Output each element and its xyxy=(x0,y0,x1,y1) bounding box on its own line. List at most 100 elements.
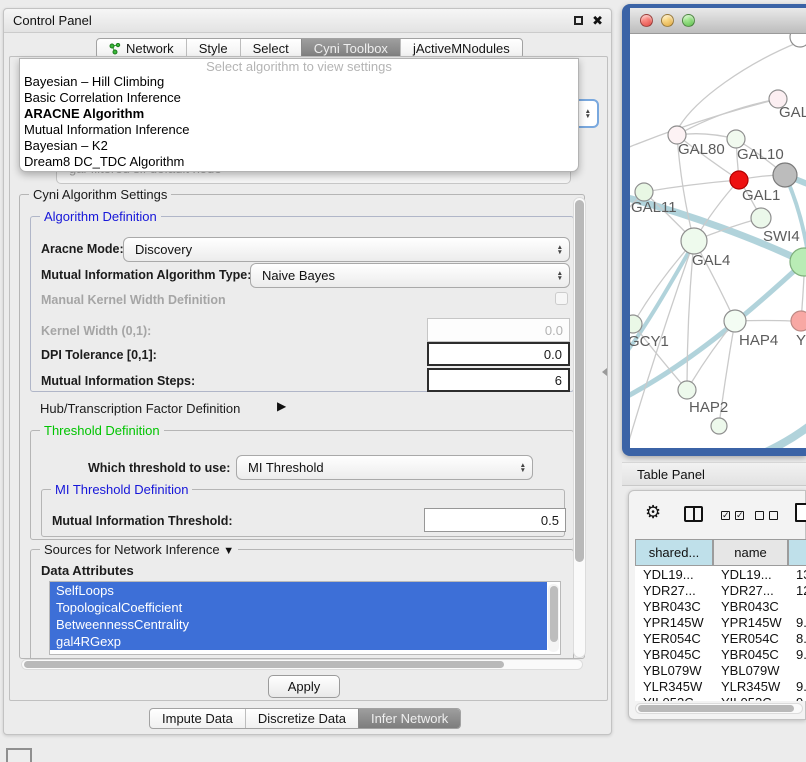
table-row-yil052c[interactable]: YIL052CYIL052C9. xyxy=(635,694,806,701)
network-window-titlebar[interactable] xyxy=(630,8,806,34)
table-cell: YBL079W xyxy=(713,663,788,678)
column-header-shared[interactable]: shared... xyxy=(635,539,713,566)
algorithm-option-dream8-dc-tdc-algorithm[interactable]: Dream8 DC_TDC Algorithm xyxy=(20,154,578,170)
zoom-traffic-light-icon[interactable] xyxy=(682,14,695,27)
columns-icon[interactable] xyxy=(684,506,703,522)
table-panel-window: ⚙ ✓ ✓ shared...nameA YDL19...YDL19...13Y… xyxy=(628,490,806,720)
which-threshold-label: Which threshold to use: xyxy=(88,461,230,475)
table-row-ypr145w[interactable]: YPR145WYPR145W9. xyxy=(635,614,806,630)
network-node-swi4[interactable] xyxy=(751,208,771,228)
mi-threshold-field[interactable]: 0.5 xyxy=(424,508,566,532)
table-row-ydr27[interactable]: YDR27...YDR27...12 xyxy=(635,582,806,598)
data-attributes-items: SelfLoopsTopologicalCoefficientBetweenne… xyxy=(50,582,560,650)
network-canvas[interactable]: GALGAL80GAL10GAL1GAL11SWI4GAL4HAP4YGCY1H… xyxy=(630,34,806,448)
table-cell: 9. xyxy=(788,647,806,662)
unchecked-box-icon[interactable] xyxy=(755,511,764,520)
table-cell: YBR045C xyxy=(635,647,713,662)
attribute-item-selfloops[interactable]: SelfLoops xyxy=(50,582,547,599)
float-window-icon[interactable] xyxy=(574,16,583,25)
apply-button[interactable]: Apply xyxy=(268,675,340,698)
network-node-label: GAL xyxy=(779,104,806,121)
network-node-gal4[interactable] xyxy=(681,228,707,254)
table-row-ybr045c[interactable]: YBR045CYBR045C9. xyxy=(635,646,806,662)
which-threshold-combobox[interactable]: MI Threshold ▲▼ xyxy=(236,455,533,480)
settings-horizontal-scrollbar-thumb[interactable] xyxy=(24,661,504,668)
mi-algorithm-type-label: Mutual Information Algorithm Type: xyxy=(41,268,251,282)
expand-right-icon[interactable]: ▶ xyxy=(277,399,286,413)
algorithm-dropdown-placeholder: Select algorithm to view settings xyxy=(20,59,578,74)
attribute-item-betweennesscentrality[interactable]: BetweennessCentrality xyxy=(50,616,547,633)
network-node-label: GAL11 xyxy=(631,199,677,216)
network-node-label: GAL1 xyxy=(742,187,780,204)
network-node-gcy1[interactable] xyxy=(630,315,642,333)
kernel-width-field: 0.0 xyxy=(427,318,570,342)
collapse-down-icon[interactable]: ▼ xyxy=(223,545,234,557)
panel-splitter-handle[interactable] xyxy=(602,368,607,376)
table-horizontal-scrollbar-thumb[interactable] xyxy=(638,705,794,712)
algorithm-option-bayesian-hill-climbing[interactable]: Bayesian – Hill Climbing xyxy=(20,74,578,90)
docked-panel-icon[interactable] xyxy=(6,748,32,762)
network-node-salmon-node[interactable] xyxy=(791,311,806,331)
dpi-tolerance-field[interactable]: 0.0 xyxy=(427,342,570,366)
table-row-ybr043c[interactable]: YBR043CYBR043C xyxy=(635,598,806,614)
minimize-traffic-light-icon[interactable] xyxy=(661,14,674,27)
close-traffic-light-icon[interactable] xyxy=(640,14,653,27)
control-panel-window: Control Panel ✖ NetworkStyleSelectCyni T… xyxy=(3,8,612,735)
network-node-hub-node[interactable] xyxy=(773,163,797,187)
network-edge xyxy=(744,424,806,448)
checked-box-icon[interactable]: ✓ xyxy=(721,511,730,520)
algorithm-definition-group: Algorithm Definition Aracne Mode: Discov… xyxy=(30,216,574,392)
table-cell: YDL19... xyxy=(713,567,788,582)
network-node-label: Y xyxy=(796,332,806,349)
algorithm-option-bayesian-k2[interactable]: Bayesian – K2 xyxy=(20,138,578,154)
table-panel-titlebar[interactable]: Table Panel xyxy=(622,462,806,486)
table-cell: 12 xyxy=(788,583,806,598)
attributes-list-scrollbar-thumb[interactable] xyxy=(550,586,558,642)
tab-impute-data[interactable]: Impute Data xyxy=(150,709,245,728)
combo-arrows-icon: ▲▼ xyxy=(520,463,532,473)
network-node-label: GCY1 xyxy=(630,333,669,350)
tab-discretize-data[interactable]: Discretize Data xyxy=(245,709,358,728)
gear-icon[interactable]: ⚙ xyxy=(645,502,661,523)
mi-algorithm-type-combobox[interactable]: Naive Bayes ▲▼ xyxy=(250,263,570,288)
tab-label: Cyni Toolbox xyxy=(314,41,388,56)
table-cell: YPR145W xyxy=(635,615,713,630)
screen: Control Panel ✖ NetworkStyleSelectCyni T… xyxy=(0,0,806,762)
tab-label: Discretize Data xyxy=(258,711,346,726)
tab-label: jActiveMNodules xyxy=(413,41,510,56)
table-cell: YDR27... xyxy=(713,583,788,598)
table-cell: YDL19... xyxy=(635,567,713,582)
table-row-ydl19[interactable]: YDL19...YDL19...13 xyxy=(635,566,806,582)
table-cell: YLR345W xyxy=(635,679,713,694)
tab-infer-network[interactable]: Infer Network xyxy=(358,709,460,728)
network-node-hap2[interactable] xyxy=(678,381,696,399)
combo-arrows-icon: ▲▼ xyxy=(557,245,569,255)
attribute-item-topologicalcoefficient[interactable]: TopologicalCoefficient xyxy=(50,599,547,616)
mi-steps-field[interactable]: 6 xyxy=(427,368,570,392)
algorithm-option-basic-correlation-inference[interactable]: Basic Correlation Inference xyxy=(20,90,578,106)
column-header-name[interactable]: name xyxy=(713,539,788,566)
manual-kernel-width-label: Manual Kernel Width Definition xyxy=(41,293,226,307)
network-node-hap4[interactable] xyxy=(724,310,746,332)
tab-label: Style xyxy=(199,41,228,56)
attribute-item-gal4rgexp[interactable]: gal4RGexp xyxy=(50,633,547,650)
settings-vertical-scrollbar xyxy=(573,197,586,658)
checked-box-icon[interactable]: ✓ xyxy=(735,511,744,520)
table-row-yer054c[interactable]: YER054CYER054C8. xyxy=(635,630,806,646)
close-icon[interactable]: ✖ xyxy=(592,15,603,27)
control-panel-titlebar[interactable]: Control Panel ✖ xyxy=(4,9,611,33)
network-node-bottom-node[interactable] xyxy=(711,418,727,434)
aracne-mode-combobox[interactable]: Discovery ▲▼ xyxy=(123,237,570,262)
settings-vertical-scrollbar-thumb[interactable] xyxy=(575,200,584,562)
column-header-a[interactable]: A xyxy=(788,539,806,566)
table-row-ybl079w[interactable]: YBL079WYBL079W xyxy=(635,662,806,678)
network-node-label: HAP2 xyxy=(689,399,728,416)
table-cell: YPR145W xyxy=(713,615,788,630)
algorithm-option-aracne-algorithm[interactable]: ARACNE Algorithm xyxy=(20,106,578,122)
algorithm-option-mutual-information-inference[interactable]: Mutual Information Inference xyxy=(20,122,578,138)
table-panel-title: Table Panel xyxy=(637,467,705,482)
table-row-ylr345w[interactable]: YLR345WYLR345W9. xyxy=(635,678,806,694)
unchecked-box-icon[interactable] xyxy=(769,511,778,520)
document-icon[interactable] xyxy=(795,503,806,522)
mi-steps-value: 6 xyxy=(555,373,562,388)
